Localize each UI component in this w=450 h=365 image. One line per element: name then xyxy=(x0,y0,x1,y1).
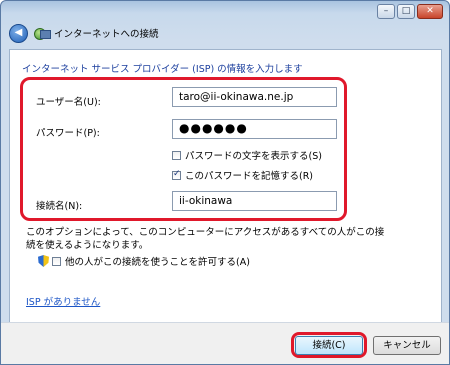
connection-name-label: 接続名(N): xyxy=(36,201,83,212)
sharing-note: このオプションによって、このコンピューターにアクセスがあるすべての人がこの接続を… xyxy=(26,227,385,251)
remember-password-checkbox[interactable]: このパスワードを記憶する(R) xyxy=(172,168,313,182)
uac-shield-icon xyxy=(38,255,49,267)
no-isp-link[interactable]: ISP がありません xyxy=(26,294,100,308)
allow-others-label: 他の人がこの接続を使うことを許可する(A) xyxy=(65,257,250,268)
button-bar: 接続(C) キャンセル xyxy=(1,322,449,364)
password-label: パスワード(P): xyxy=(36,128,100,139)
connection-name-input[interactable]: ii-okinawa xyxy=(172,191,337,211)
dialog-title: インターネットへの接続 xyxy=(54,29,159,40)
minimize-button[interactable]: – xyxy=(377,4,395,19)
username-label: ユーザー名(U): xyxy=(36,97,101,108)
checkbox-unchecked-icon xyxy=(172,150,181,160)
close-button[interactable]: ✕ xyxy=(417,4,443,19)
show-password-label: パスワードの文字を表示する(S) xyxy=(185,151,322,162)
connect-button[interactable]: 接続(C) xyxy=(295,336,363,355)
checkbox-unchecked-icon xyxy=(52,256,61,266)
password-input[interactable]: ●●●●●● xyxy=(172,119,337,139)
window-controls: – □ ✕ xyxy=(377,4,443,19)
content-panel: インターネット サービス プロバイダー (ISP) の情報を入力します ユーザー… xyxy=(9,49,442,323)
maximize-button[interactable]: □ xyxy=(397,4,415,19)
allow-others-checkbox[interactable]: 他の人がこの接続を使うことを許可する(A) xyxy=(38,254,250,268)
instruction-text: インターネット サービス プロバイダー (ISP) の情報を入力します xyxy=(22,64,303,75)
dialog-header: ◀ インターネットへの接続 xyxy=(9,23,159,43)
remember-password-label: このパスワードを記憶する(R) xyxy=(185,171,314,182)
cancel-button[interactable]: キャンセル xyxy=(373,336,441,355)
checkbox-checked-icon xyxy=(172,169,181,180)
network-icon xyxy=(34,26,51,40)
show-password-checkbox[interactable]: パスワードの文字を表示する(S) xyxy=(172,148,322,162)
back-arrow-icon[interactable]: ◀ xyxy=(9,23,28,43)
username-input[interactable]: taro@ii-okinawa.ne.jp xyxy=(172,87,337,107)
dialog-window: – □ ✕ ◀ インターネットへの接続 インターネット サービス プロバイダー … xyxy=(0,0,450,365)
